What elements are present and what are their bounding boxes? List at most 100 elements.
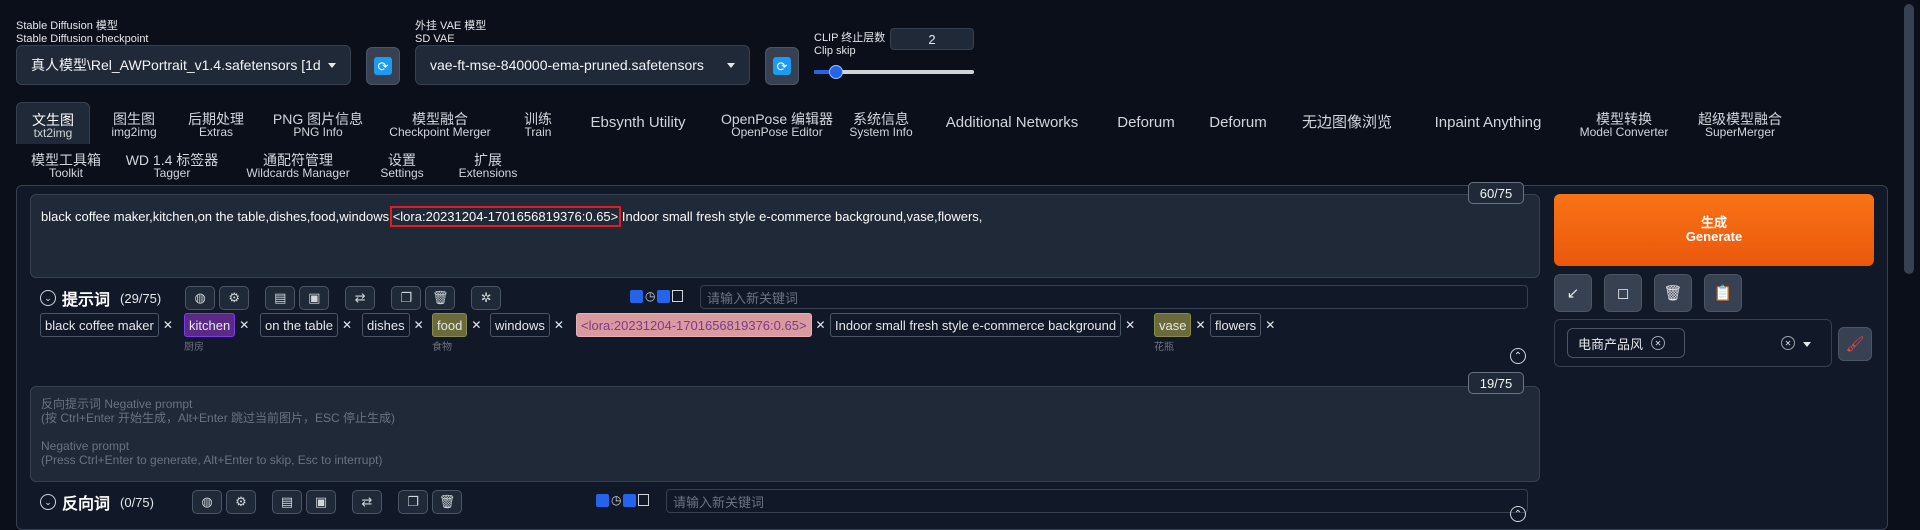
- collapse-icon[interactable]: ⌄: [40, 290, 56, 306]
- tab-extras[interactable]: 后期处理 Extras: [178, 112, 254, 139]
- close-icon[interactable]: ✕: [1651, 336, 1666, 350]
- history-icon[interactable]: ◷: [645, 289, 655, 303]
- tag-item[interactable]: on the table ✕: [260, 313, 352, 337]
- close-icon[interactable]: ✕: [816, 318, 826, 332]
- refresh-icon: ⟳: [773, 57, 791, 75]
- tab-txt2img[interactable]: 文生图 txt2img: [16, 102, 90, 144]
- tag-item[interactable]: flowers ✕: [1210, 313, 1275, 337]
- tab-supermerger[interactable]: 超级模型融合 SuperMerger: [1690, 112, 1790, 139]
- tab-train[interactable]: 训练 Train: [512, 112, 564, 139]
- tab-settings[interactable]: 设置 Settings: [372, 153, 432, 180]
- panel-icon[interactable]: [638, 494, 650, 506]
- prompt-title: 提示词: [62, 292, 111, 309]
- history-icon[interactable]: ◷: [611, 493, 621, 507]
- translate-icon[interactable]: ⇄: [351, 490, 382, 514]
- close-icon[interactable]: ✕: [163, 318, 173, 332]
- prompt-textarea[interactable]: black coffee maker,kitchen,on the table,…: [30, 194, 1540, 278]
- copy-icon[interactable]: ❐: [391, 286, 422, 310]
- generate-button[interactable]: 生成 Generate: [1554, 194, 1874, 266]
- tab-additional-networks[interactable]: Additional Networks: [932, 115, 1092, 130]
- refresh-checkpoint-button[interactable]: ⟳: [366, 47, 400, 85]
- negative-prompt-textarea[interactable]: 反向提示词 Negative prompt (按 Ctrl+Enter 开始生成…: [30, 386, 1540, 482]
- scrollbar[interactable]: [1900, 0, 1920, 522]
- square-icon[interactable]: ◻: [1604, 274, 1642, 312]
- tab-toolkit[interactable]: 模型工具箱 Toolkit: [26, 153, 106, 180]
- scrollbar-thumb[interactable]: [1904, 4, 1914, 274]
- checkbox-icon[interactable]: [657, 289, 671, 303]
- prompt-lora-highlight: <lora:20231204-1701656819376:0.65>: [389, 206, 622, 227]
- checkbox-icon[interactable]: [596, 493, 609, 507]
- gear-icon[interactable]: ⚙: [225, 490, 256, 514]
- tab-wildcards-manager[interactable]: 通配符管理 Wildcards Manager: [238, 153, 358, 180]
- trash-icon[interactable]: 🗑: [431, 490, 462, 514]
- tag-item[interactable]: <lora:20231204-1701656819376:0.65> ✕: [576, 313, 826, 337]
- trash-icon[interactable]: 🗑: [425, 286, 456, 310]
- chevron-down-icon: [328, 62, 336, 68]
- globe-icon[interactable]: ◍: [191, 490, 222, 514]
- trash-icon[interactable]: 🗑: [1654, 274, 1692, 312]
- style-selector[interactable]: 电商产品风 ✕ ✕: [1554, 319, 1832, 367]
- generate-label-cn: 生成: [1700, 215, 1727, 230]
- checkbox-icon[interactable]: [623, 493, 637, 507]
- tag-item[interactable]: Indoor small fresh style e-commerce back…: [830, 313, 1135, 337]
- collapse-icon[interactable]: ⌄: [40, 494, 56, 510]
- translate-icon[interactable]: ⇄: [345, 286, 376, 310]
- close-icon[interactable]: ✕: [1265, 318, 1275, 332]
- tag-item[interactable]: dishes ✕: [362, 313, 424, 337]
- tag-item[interactable]: food ✕: [432, 313, 481, 337]
- clip-skip-input[interactable]: 2: [890, 28, 974, 50]
- checkpoint-dropdown[interactable]: 真人模型\Rel_AWPortrait_v1.4.safetensors [1d: [16, 45, 351, 85]
- collapse-up-icon[interactable]: ⌃: [1510, 348, 1526, 364]
- tag-item[interactable]: vase ✕: [1154, 313, 1206, 337]
- tab-inpaint-anything[interactable]: Inpaint Anything: [1418, 115, 1558, 130]
- close-icon[interactable]: ✕: [1125, 318, 1135, 332]
- prompt-keyword-input[interactable]: 请输入新关键词: [700, 285, 1528, 309]
- close-icon[interactable]: ✕: [1195, 318, 1205, 332]
- negative-keyword-input[interactable]: 请输入新关键词: [666, 489, 1528, 513]
- tag-item[interactable]: black coffee maker ✕: [40, 313, 173, 337]
- tab-deforum-2[interactable]: Deforum: [1200, 115, 1276, 130]
- tab-ebsynth-utility[interactable]: Ebsynth Utility: [578, 115, 698, 130]
- bookmark-icon[interactable]: ▣: [299, 286, 330, 310]
- tab-openpose-editor[interactable]: OpenPose 编辑器 OpenPose Editor: [712, 112, 842, 139]
- tab-system-info[interactable]: 系统信息 System Info: [846, 112, 916, 139]
- tab-extensions[interactable]: 扩展 Extensions: [446, 153, 530, 180]
- chevron-down-icon[interactable]: [1803, 342, 1811, 347]
- collapse-up-icon[interactable]: ⌃: [1510, 506, 1526, 522]
- close-icon[interactable]: ✕: [239, 318, 249, 332]
- close-icon[interactable]: ✕: [414, 318, 424, 332]
- arrow-icon[interactable]: ↙: [1554, 274, 1592, 312]
- gear-icon[interactable]: ⚙: [219, 286, 250, 310]
- close-icon[interactable]: ✕: [554, 318, 564, 332]
- copy-icon[interactable]: ❐: [397, 490, 428, 514]
- vae-dropdown[interactable]: vae-ft-mse-840000-ema-pruned.safetensors: [415, 45, 750, 85]
- tag-item[interactable]: windows ✕: [490, 313, 564, 337]
- refresh-vae-button[interactable]: ⟳: [765, 47, 799, 85]
- clip-skip-slider-thumb[interactable]: [829, 65, 844, 79]
- negative-placeholder-line1: 反向提示词 Negative prompt: [41, 397, 193, 411]
- close-icon[interactable]: ✕: [471, 318, 481, 332]
- document-icon[interactable]: ▤: [265, 286, 296, 310]
- clipboard-icon[interactable]: 📋: [1704, 274, 1742, 312]
- tab-checkpoint-merger[interactable]: 模型融合 Checkpoint Merger: [382, 112, 498, 139]
- tag-item[interactable]: kitchen ✕: [184, 313, 249, 337]
- brush-icon[interactable]: 🖌: [1838, 327, 1872, 361]
- tab-model-converter[interactable]: 模型转换 Model Converter: [1572, 112, 1676, 139]
- prompt-count: (29/75): [120, 290, 162, 306]
- close-icon[interactable]: ✕: [342, 318, 352, 332]
- clear-icon[interactable]: ✕: [1781, 336, 1795, 350]
- chevron-down-icon: [727, 62, 735, 68]
- tab-tagger[interactable]: WD 1.4 标签器 Tagger: [120, 153, 224, 180]
- tab-deforum-1[interactable]: Deforum: [1106, 115, 1186, 130]
- tab-png-info[interactable]: PNG 图片信息 PNG Info: [268, 112, 368, 139]
- bookmark-icon[interactable]: ▣: [305, 490, 336, 514]
- prompt-text-after: ,Indoor small fresh style e-commerce bac…: [618, 209, 983, 224]
- globe-icon[interactable]: ◍: [185, 286, 216, 310]
- checkbox-icon[interactable]: [630, 289, 643, 303]
- ai-icon[interactable]: ✲: [471, 286, 502, 310]
- document-icon[interactable]: ▤: [271, 490, 302, 514]
- panel-icon[interactable]: [672, 290, 684, 302]
- style-chip[interactable]: 电商产品风 ✕: [1567, 328, 1685, 358]
- tab-infinite-image-browsing[interactable]: 无边图像浏览: [1290, 115, 1404, 130]
- tab-img2img[interactable]: 图生图 img2img: [104, 112, 164, 139]
